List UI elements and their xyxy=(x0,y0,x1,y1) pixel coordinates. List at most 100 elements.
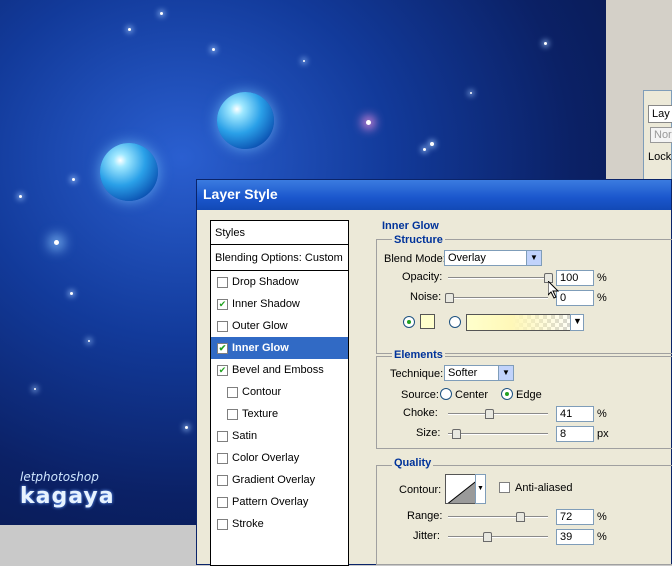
style-item-satin[interactable]: Satin xyxy=(211,425,348,447)
style-item-label: Satin xyxy=(232,430,258,442)
style-checkbox[interactable]: ✔ xyxy=(217,342,228,354)
style-item-label: Drop Shadow xyxy=(232,276,299,288)
opacity-input[interactable]: 100 xyxy=(556,270,594,286)
style-item-label: Color Overlay xyxy=(232,452,300,464)
technique-label: Technique: xyxy=(390,368,444,380)
style-item-bevel-and-emboss[interactable]: ✔ Bevel and Emboss xyxy=(211,359,348,381)
gradient-dropdown[interactable]: ▼ xyxy=(570,314,584,331)
star xyxy=(303,60,305,62)
choke-slider-thumb[interactable] xyxy=(485,409,494,419)
range-unit: % xyxy=(597,511,607,523)
technique-select[interactable]: Softer ▼ xyxy=(444,365,514,381)
style-checkbox[interactable] xyxy=(217,320,228,332)
star xyxy=(34,388,36,390)
structure-title: Structure xyxy=(392,234,445,246)
contour-dropdown[interactable]: ▼ xyxy=(475,474,486,504)
opacity-slider[interactable] xyxy=(448,277,548,279)
contour-label: Contour: xyxy=(399,484,442,496)
source-edge-radio[interactable] xyxy=(501,388,513,400)
size-input[interactable]: 8 xyxy=(556,426,594,442)
blend-mode-select[interactable]: Overlay ▼ xyxy=(444,250,542,266)
glow-color-swatch[interactable] xyxy=(420,314,435,329)
style-item-texture[interactable]: Texture xyxy=(211,403,348,425)
noise-unit: % xyxy=(597,292,607,304)
styles-header[interactable]: Styles xyxy=(211,221,348,245)
style-checkbox[interactable] xyxy=(217,276,228,288)
style-checkbox[interactable] xyxy=(217,518,228,530)
layer-blend-mode-select[interactable]: Norn xyxy=(650,127,672,143)
style-item-contour[interactable]: Contour xyxy=(211,381,348,403)
range-slider-thumb[interactable] xyxy=(516,512,525,522)
style-checkbox[interactable]: ✔ xyxy=(217,298,228,310)
chevron-down-icon: ▼ xyxy=(526,251,541,265)
quality-title: Quality xyxy=(392,457,434,469)
style-item-label: Contour xyxy=(242,386,282,398)
blending-options-item[interactable]: Blending Options: Custom xyxy=(211,247,348,271)
style-item-stroke[interactable]: Stroke xyxy=(211,513,348,535)
style-item-inner-glow[interactable]: ✔ Inner Glow xyxy=(211,337,348,359)
jitter-slider-thumb[interactable] xyxy=(483,532,492,542)
star xyxy=(72,178,75,181)
star xyxy=(423,148,426,151)
style-checkbox[interactable] xyxy=(217,452,228,464)
jitter-input[interactable]: 39 xyxy=(556,529,594,545)
style-item-label: Inner Shadow xyxy=(232,298,300,310)
jitter-slider[interactable] xyxy=(448,536,548,538)
choke-input[interactable]: 41 xyxy=(556,406,594,422)
mouse-cursor-icon xyxy=(548,281,560,299)
elements-title: Elements xyxy=(392,349,445,361)
source-center-radio[interactable] xyxy=(440,388,452,400)
range-label: Range: xyxy=(407,510,443,522)
size-slider[interactable] xyxy=(448,433,548,435)
style-item-label: Bevel and Emboss xyxy=(232,364,324,376)
anti-aliased-label: Anti-aliased xyxy=(515,482,573,494)
layers-tab[interactable]: Lay xyxy=(648,105,672,123)
noise-input[interactable]: 0 xyxy=(556,290,594,306)
style-checkbox[interactable] xyxy=(217,430,228,442)
size-slider-thumb[interactable] xyxy=(452,429,461,439)
layers-panel: Lay Norn Lock xyxy=(643,90,672,180)
source-center-label: Center xyxy=(455,389,489,401)
bubble-top xyxy=(217,92,274,149)
noise-slider[interactable] xyxy=(448,297,548,299)
choke-label: Choke: xyxy=(403,407,438,419)
style-item-outer-glow[interactable]: Outer Glow xyxy=(211,315,348,337)
dialog-title[interactable]: Layer Style xyxy=(197,180,671,210)
watermark: letphotoshop kagaya xyxy=(20,470,115,509)
style-item-label: Gradient Overlay xyxy=(232,474,316,486)
layer-style-dialog: Layer Style Styles Blending Options: Cus… xyxy=(196,179,672,566)
gradient-radio[interactable] xyxy=(449,316,461,328)
style-item-color-overlay[interactable]: Color Overlay xyxy=(211,447,348,469)
lock-label: Lock xyxy=(648,151,672,163)
star xyxy=(160,12,163,15)
style-checkbox[interactable] xyxy=(227,408,238,420)
star xyxy=(128,28,131,31)
blend-mode-value: Overlay xyxy=(448,252,486,264)
noise-slider-thumb[interactable] xyxy=(445,293,454,303)
range-slider[interactable] xyxy=(448,516,548,518)
star xyxy=(470,92,472,94)
size-label: Size: xyxy=(416,427,441,439)
jitter-unit: % xyxy=(597,531,607,543)
style-checkbox[interactable]: ✔ xyxy=(217,364,228,376)
style-checkbox[interactable] xyxy=(227,386,238,398)
star xyxy=(88,340,90,342)
style-checkbox[interactable] xyxy=(217,496,228,508)
watermark-line1: letphotoshop xyxy=(20,470,99,484)
style-item-drop-shadow[interactable]: Drop Shadow xyxy=(211,271,348,293)
opacity-unit: % xyxy=(597,272,607,284)
source-edge-label: Edge xyxy=(516,389,542,401)
anti-aliased-checkbox[interactable] xyxy=(499,482,510,493)
range-input[interactable]: 72 xyxy=(556,509,594,525)
style-item-label: Texture xyxy=(242,408,279,420)
choke-slider[interactable] xyxy=(448,413,548,415)
style-item-inner-shadow[interactable]: ✔ Inner Shadow xyxy=(211,293,348,315)
style-item-pattern-overlay[interactable]: Pattern Overlay xyxy=(211,491,348,513)
star xyxy=(70,292,73,295)
style-checkbox[interactable] xyxy=(217,474,228,486)
glow-gradient-picker[interactable] xyxy=(466,314,580,331)
technique-value: Softer xyxy=(448,367,478,379)
noise-label: Noise: xyxy=(410,291,442,303)
solid-color-radio[interactable] xyxy=(403,316,415,328)
style-item-gradient-overlay[interactable]: Gradient Overlay xyxy=(211,469,348,491)
